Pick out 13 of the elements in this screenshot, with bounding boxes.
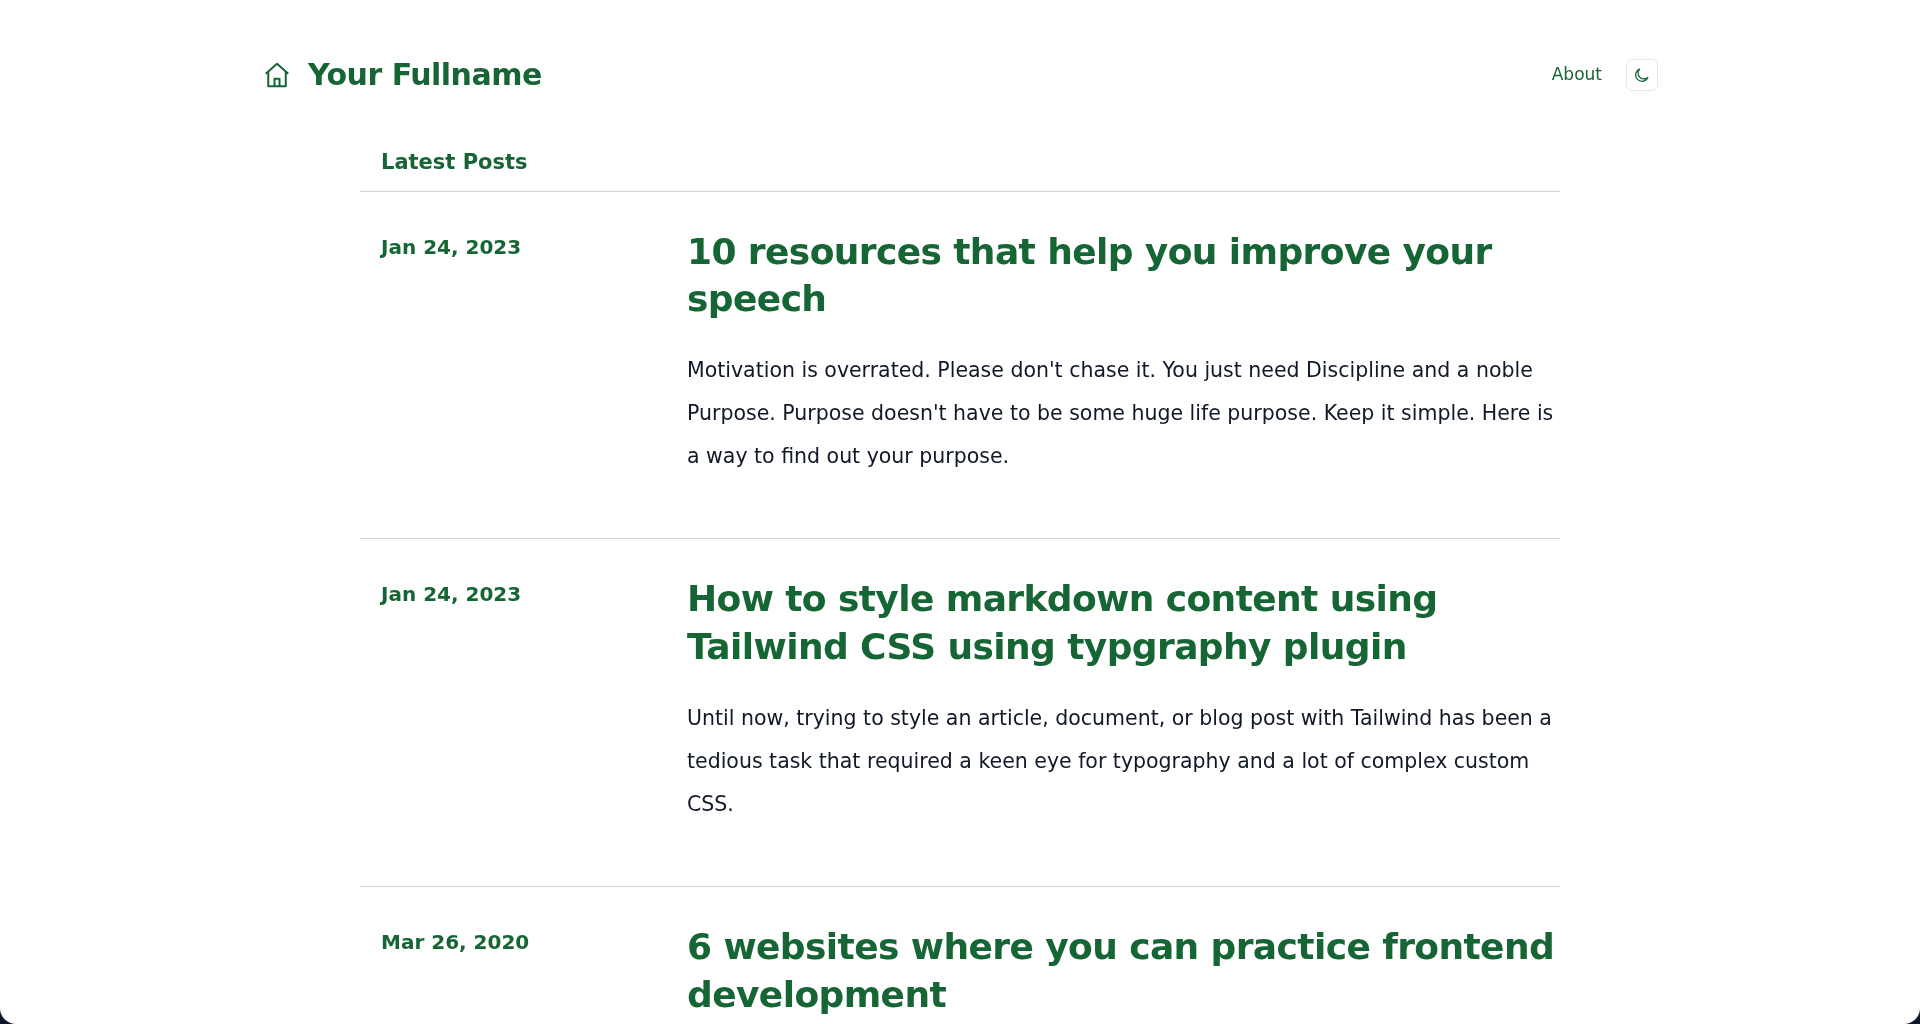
post-date: Mar 26, 2020 [381,930,530,954]
moon-icon [1633,65,1651,84]
post-excerpt: Motivation is overrated. Please don't chase it. You just need Discipline and a noble Purpose. Purpose doesn't have to be some huge life purpose. Keep it simple. Here is a way to find out your purpose. [687,357,1555,471]
post-excerpt: Until now, trying to style an article, document, or blog post with Tailwind has been a tedious task that required a keen eye for typography and a lot of complex custom CSS. [687,705,1553,818]
post-date: Jan 24, 2023 [381,234,522,259]
theme-toggle-button[interactable] [1626,58,1658,91]
nav-link[interactable]: About [1551,61,1602,88]
post-date: Jan 24, 2023 [381,582,522,607]
section-heading: Latest Posts [360,147,1560,192]
post-title-link[interactable]: 6 websites where you can practice frontend development [687,923,1560,1019]
post-title-link[interactable]: 10 resources that help you improve your speech [687,227,1560,324]
post-title-link[interactable]: How to style markdown content using Tailwind CSS using typgraphy plugin [687,575,1560,671]
site-name-link[interactable]: Your Fullname [308,52,542,97]
